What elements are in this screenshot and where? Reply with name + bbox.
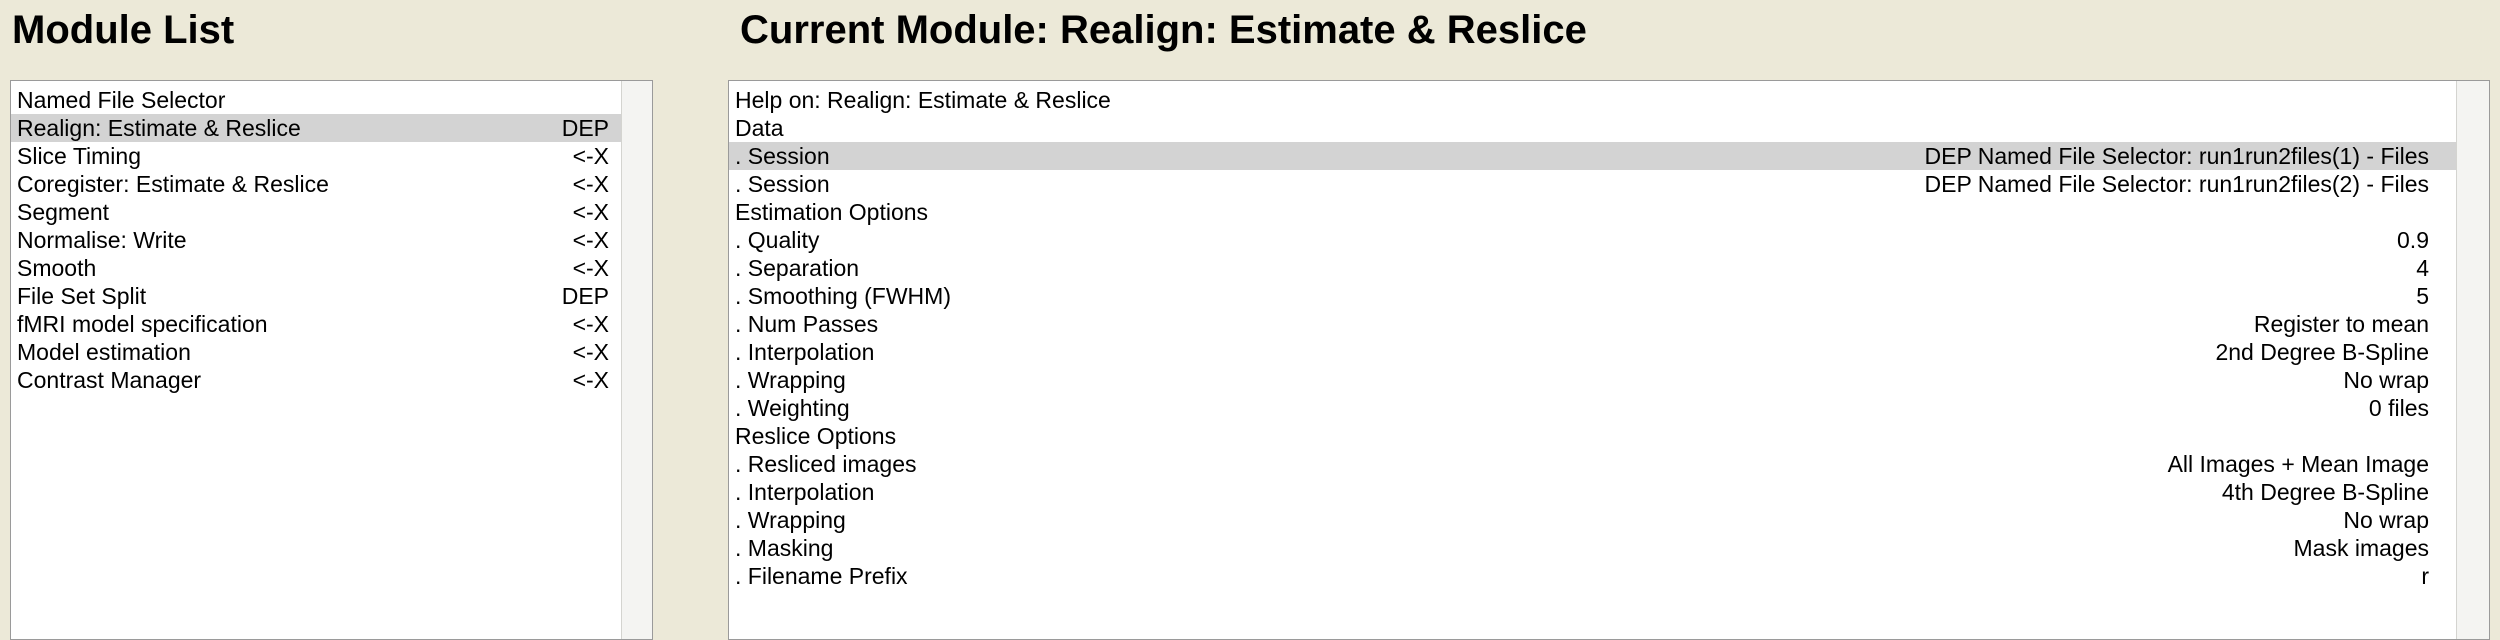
module-option-item[interactable]: . Interpolation 2nd Degree B-Spline (729, 338, 2457, 366)
module-option-item[interactable]: . Session DEP Named File Selector: run1ru… (729, 170, 2457, 198)
module-option-item-label: . Interpolation (735, 339, 875, 365)
module-list-item-label: Realign: Estimate & Reslice (17, 115, 301, 141)
module-option-item-label: Estimation Options (735, 199, 929, 225)
module-option-item-label: . Session (735, 143, 830, 169)
module-options-rows: Help on: Realign: Estimate & Reslice Data… (729, 86, 2457, 590)
module-option-item[interactable]: . Interpolation 4th Degree B-Spline (729, 478, 2457, 506)
module-list-item-status: <-X (572, 199, 609, 225)
module-list-item-label: Normalise: Write (17, 227, 187, 253)
current-module-title: Current Module: Realign: Estimate & Resl… (740, 8, 1587, 52)
module-list-item-label: Contrast Manager (17, 367, 202, 393)
module-option-item-value: No wrap (2343, 507, 2429, 533)
module-list-item[interactable]: Slice Timing <-X (11, 142, 623, 170)
module-list-item[interactable]: Coregister: Estimate & Reslice <-X (11, 170, 623, 198)
module-option-item[interactable]: . Filename Prefix r (729, 562, 2457, 590)
module-option-item[interactable]: Data (729, 114, 2457, 142)
module-option-item-label: . Wrapping (735, 507, 846, 533)
module-option-item-value: 4th Degree B-Spline (2221, 479, 2429, 505)
module-option-item[interactable]: Reslice Options (729, 422, 2457, 450)
module-option-item-label: . Smoothing (FWHM) (735, 283, 951, 309)
module-list-item-label: Smooth (17, 255, 97, 281)
module-option-item-label: Reslice Options (735, 423, 897, 449)
module-option-item[interactable]: . Wrapping No wrap (729, 366, 2457, 394)
module-option-item-value: DEP Named File Selector: run1run2files(1… (1924, 143, 2429, 169)
module-option-item-label: . Interpolation (735, 479, 875, 505)
module-list-scrollbar[interactable] (621, 81, 652, 639)
module-list-item-label: fMRI model specification (17, 311, 268, 337)
module-option-item-value: All Images + Mean Image (2167, 451, 2429, 477)
module-list-item[interactable]: Model estimation <-X (11, 338, 623, 366)
module-list-item[interactable]: Normalise: Write <-X (11, 226, 623, 254)
module-option-item-label: . Quality (735, 227, 820, 253)
module-option-item-label: Help on: Realign: Estimate & Reslice (735, 87, 1111, 113)
module-list-item-label: Named File Selector (17, 87, 226, 113)
module-list-item-label: File Set Split (17, 283, 147, 309)
module-list-item-label: Coregister: Estimate & Reslice (17, 171, 329, 197)
module-option-item-label: . Wrapping (735, 367, 846, 393)
module-option-item[interactable]: . Num Passes Register to mean (729, 310, 2457, 338)
module-option-item[interactable]: . Wrapping No wrap (729, 506, 2457, 534)
module-options-scrollbar[interactable] (2456, 81, 2489, 639)
module-list-item[interactable]: Named File Selector (11, 86, 623, 114)
module-list-rows: Named File Selector Realign: Estimate & R… (11, 86, 623, 394)
module-list[interactable]: Named File Selector Realign: Estimate & R… (10, 80, 653, 640)
module-list-item-status: <-X (572, 227, 609, 253)
module-option-item-value: Mask images (2293, 535, 2429, 561)
module-list-item-status: DEP (561, 115, 609, 141)
module-list-title: Module List (12, 8, 235, 52)
module-option-item[interactable]: . Session DEP Named File Selector: run1ru… (729, 142, 2457, 170)
module-option-item[interactable]: Estimation Options (729, 198, 2457, 226)
module-list-item-label: Segment (17, 199, 110, 225)
module-option-item[interactable]: Help on: Realign: Estimate & Reslice (729, 86, 2457, 114)
module-option-item[interactable]: . Weighting 0 files (729, 394, 2457, 422)
module-option-item-label: . Filename Prefix (735, 563, 908, 589)
module-option-item-value: 2nd Degree B-Spline (2215, 339, 2429, 365)
module-option-item-label: . Resliced images (735, 451, 917, 477)
module-option-item-value: 4 (2416, 255, 2429, 281)
module-list-item[interactable]: Segment <-X (11, 198, 623, 226)
module-option-item-label: . Separation (735, 255, 860, 281)
module-option-item-value: Register to mean (2253, 311, 2429, 337)
module-option-item-value: DEP Named File Selector: run1run2files(2… (1924, 171, 2429, 197)
module-list-item-status: <-X (572, 311, 609, 337)
module-list-item[interactable]: Contrast Manager <-X (11, 366, 623, 394)
module-list-item-label: Slice Timing (17, 143, 141, 169)
module-list-item-status: <-X (572, 143, 609, 169)
module-option-item[interactable]: . Smoothing (FWHM) 5 (729, 282, 2457, 310)
module-list-item[interactable]: Smooth <-X (11, 254, 623, 282)
module-list-item-status: <-X (572, 255, 609, 281)
module-option-item-value: 0.9 (2397, 227, 2429, 253)
module-option-item-label: . Masking (735, 535, 834, 561)
module-option-item[interactable]: . Separation 4 (729, 254, 2457, 282)
module-option-item-label: . Num Passes (735, 311, 879, 337)
module-option-item[interactable]: . Masking Mask images (729, 534, 2457, 562)
module-list-item-status: <-X (572, 367, 609, 393)
module-option-item-value: 0 files (2368, 395, 2429, 421)
module-list-item-status: DEP (561, 283, 609, 309)
module-list-item-label: Model estimation (17, 339, 191, 365)
module-option-item-value: r (2421, 563, 2429, 589)
module-list-item[interactable]: fMRI model specification <-X (11, 310, 623, 338)
module-options-list[interactable]: Help on: Realign: Estimate & Reslice Data… (728, 80, 2490, 640)
module-option-item-label: Data (735, 115, 784, 141)
module-option-item[interactable]: . Resliced images All Images + Mean Image (729, 450, 2457, 478)
module-option-item-value: 5 (2416, 283, 2429, 309)
module-option-item[interactable]: . Quality 0.9 (729, 226, 2457, 254)
module-list-item-status: <-X (572, 171, 609, 197)
module-option-item-label: . Session (735, 171, 830, 197)
module-list-item-status: <-X (572, 339, 609, 365)
module-option-item-label: . Weighting (735, 395, 850, 421)
module-list-item[interactable]: File Set Split DEP (11, 282, 623, 310)
module-list-item[interactable]: Realign: Estimate & Reslice DEP (11, 114, 623, 142)
module-option-item-value: No wrap (2343, 367, 2429, 393)
